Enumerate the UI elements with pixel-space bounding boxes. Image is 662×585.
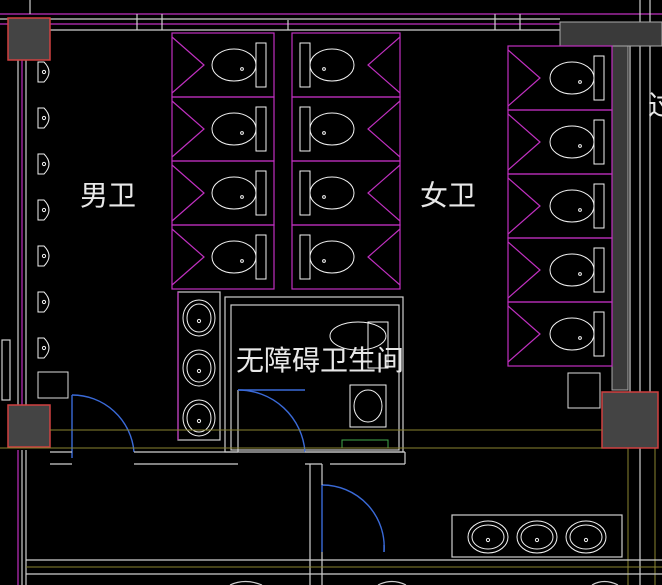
urinal (37, 199, 50, 221)
edge-label-fragment: 过 (648, 89, 662, 122)
washbasin (565, 520, 607, 554)
column-right (601, 391, 659, 449)
toilet-stall (171, 160, 275, 226)
washbasin (182, 349, 216, 387)
womens-restroom-label: 女卫 (420, 179, 476, 212)
right-wall (559, 0, 662, 585)
womens-stalls (507, 45, 613, 367)
column-top-left (7, 17, 51, 61)
column-left (7, 404, 51, 448)
urinal (37, 61, 50, 83)
urinal (37, 245, 50, 267)
utility-sink-right (567, 372, 601, 409)
accessible-restroom-label: 无障碍卫生间 (236, 344, 404, 377)
washbasin (516, 520, 558, 554)
toilet-stall (171, 96, 275, 162)
toilet-stall (291, 32, 401, 98)
toilet-stall (291, 224, 401, 290)
washbasin (467, 520, 509, 554)
mens-restroom-label: 男卫 (80, 179, 136, 212)
mens-stalls-left (171, 32, 275, 290)
urinal (37, 291, 50, 313)
left-wall (1, 60, 27, 585)
toilet-stall (291, 160, 401, 226)
urinal (37, 107, 50, 129)
toilet-stall (507, 45, 613, 111)
washbasin (182, 299, 216, 337)
washbasin-counter-mid (177, 291, 221, 441)
lower-walls (0, 429, 662, 585)
washbasin-counter-bottom (451, 514, 623, 558)
toilet-stall (171, 224, 275, 290)
washbasin (182, 399, 216, 437)
toilet-stall (171, 32, 275, 98)
accessible-door (237, 389, 306, 453)
urinal (37, 337, 50, 359)
toilet-stall (291, 96, 401, 162)
toilet-stall (507, 301, 613, 367)
floor-plan-drawing: 男卫 女卫 无障碍卫生间 过 (0, 0, 662, 585)
mens-door (71, 394, 135, 458)
urinal (37, 153, 50, 175)
urinal-row (37, 61, 50, 359)
corridor-door (321, 484, 385, 553)
toilet-stall (507, 237, 613, 303)
toilet-stall (507, 173, 613, 239)
utility-sink-left (37, 371, 69, 399)
toilet-stall (507, 109, 613, 175)
mens-stalls-right (291, 32, 401, 290)
